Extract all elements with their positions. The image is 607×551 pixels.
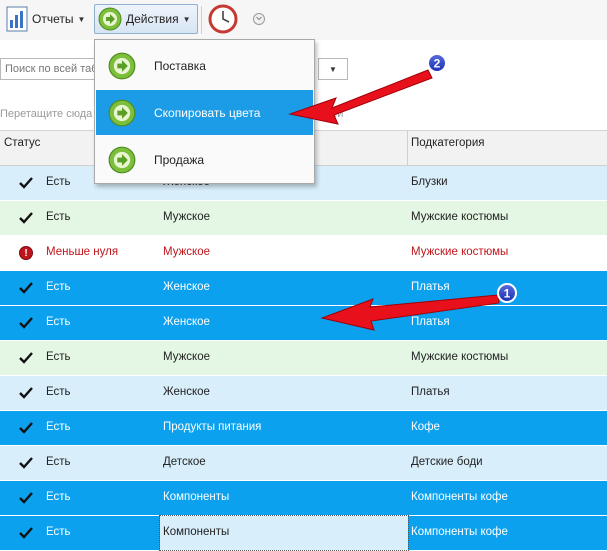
arrow-right-circle-icon <box>108 52 136 79</box>
table-cell-subcategory: Платья <box>411 316 450 328</box>
reports-label: Отчеты <box>32 12 74 26</box>
check-icon <box>18 280 34 296</box>
actions-button[interactable]: Действия ▼ <box>94 4 198 34</box>
table-cell-category: Женское <box>163 281 210 293</box>
table-row[interactable]: Есть Женское Платья <box>0 376 607 411</box>
chevron-down-icon: ▼ <box>182 14 191 24</box>
table-cell-status: Есть <box>46 421 71 433</box>
table-cell-status: Есть <box>46 211 71 223</box>
data-grid: Статус Подкатегория ЕстьЖенскоеБлузкиЕст… <box>0 130 607 551</box>
table-cell-status: Есть <box>46 281 71 293</box>
table-cell-status: Есть <box>46 316 71 328</box>
grouping-hint: Перетащите сюда <box>0 108 93 120</box>
table-cell-subcategory: Мужские костюмы <box>411 211 509 223</box>
table-cell-subcategory: Детские боди <box>411 456 483 468</box>
check-icon <box>18 525 34 541</box>
table-cell-category: Мужское <box>163 246 210 258</box>
reports-button[interactable]: Отчеты ▼ <box>6 4 85 34</box>
actions-label: Действия <box>126 12 179 26</box>
check-icon <box>18 490 34 506</box>
menu-item-sale[interactable]: Продажа <box>96 137 313 182</box>
table-row[interactable]: Есть Компоненты Компоненты кофе <box>0 515 607 551</box>
table-cell-subcategory: Компоненты кофе <box>411 526 508 538</box>
menu-item-copy-colors[interactable]: Скопировать цвета <box>96 90 313 135</box>
grouping-hint-tail: ней <box>325 108 344 120</box>
table-cell-subcategory: Блузки <box>411 176 448 188</box>
toolbar-separator <box>201 6 202 34</box>
table-row[interactable]: Есть Женское Платья <box>0 271 607 306</box>
toolbar: Отчеты ▼ Действия ▼ <box>0 0 607 40</box>
search-scope-dropdown[interactable]: ▼ <box>318 58 348 80</box>
chevron-down-icon: ▼ <box>77 14 86 24</box>
table-row[interactable]: Есть Мужское Мужские костюмы <box>0 341 607 376</box>
arrow-right-circle-icon <box>108 99 136 126</box>
table-cell-category: Мужское <box>163 211 210 223</box>
error-icon: ! <box>18 245 34 261</box>
menu-item-label: Поставка <box>154 58 206 73</box>
check-icon <box>18 455 34 471</box>
check-icon <box>18 350 34 366</box>
table-cell-subcategory: Платья <box>411 386 450 398</box>
table-cell-category: Компоненты <box>163 491 230 503</box>
table-row[interactable]: Есть Женское Платья <box>0 306 607 341</box>
actions-menu: Поставка Скопировать цвета Продажа <box>94 39 315 184</box>
table-cell-status: Есть <box>46 491 71 503</box>
table-cell-subcategory: Мужские костюмы <box>411 351 509 363</box>
menu-item-delivery[interactable]: Поставка <box>96 43 313 88</box>
check-icon <box>18 315 34 331</box>
table-cell-category: Детское <box>163 456 206 468</box>
table-cell-status: Есть <box>46 351 71 363</box>
table-cell-subcategory: Компоненты кофе <box>411 491 508 503</box>
table-cell-status: Есть <box>46 456 71 468</box>
grid-body: Есть Женское Блузки Есть Мужское Мужские кост… <box>0 166 607 551</box>
table-cell-subcategory: Платья <box>411 281 450 293</box>
clock-icon[interactable] <box>208 4 238 34</box>
table-cell-status: Меньше нуля <box>46 246 119 258</box>
minimize-circle-icon[interactable] <box>252 12 266 26</box>
check-icon <box>18 385 34 401</box>
table-cell-category: Мужское <box>163 351 210 363</box>
column-header-subcategory[interactable]: Подкатегория <box>411 137 484 149</box>
menu-item-label: Продажа <box>154 152 205 167</box>
table-row[interactable]: Есть Детское Детские боди <box>0 446 607 481</box>
table-cell-status: Есть <box>46 176 71 188</box>
check-icon <box>18 210 34 226</box>
menu-item-label: Скопировать цвета <box>154 105 261 120</box>
table-cell-subcategory: Кофе <box>411 421 440 433</box>
report-icon <box>6 6 28 32</box>
table-cell-status: Есть <box>46 526 71 538</box>
table-row[interactable]: Есть Мужское Мужские костюмы <box>0 201 607 236</box>
table-cell-subcategory: Мужские костюмы <box>411 246 509 258</box>
table-cell-category: Женское <box>163 316 210 328</box>
check-icon <box>18 175 34 191</box>
chevron-down-icon: ▼ <box>329 64 337 74</box>
table-row[interactable]: Есть Продукты питания Кофе <box>0 411 607 446</box>
table-cell-category: Женское <box>163 386 210 398</box>
column-header-status[interactable]: Статус <box>4 137 40 149</box>
table-cell-category: Продукты питания <box>163 421 262 433</box>
column-divider <box>407 131 408 165</box>
table-row[interactable]: Есть Компоненты Компоненты кофе <box>0 481 607 516</box>
arrow-right-circle-icon <box>98 7 122 31</box>
table-cell-status: Есть <box>46 386 71 398</box>
check-icon <box>18 420 34 436</box>
table-cell-category: Компоненты <box>163 526 230 538</box>
arrow-right-circle-icon <box>108 146 136 173</box>
table-row[interactable]: ! Меньше нуля Мужское Мужские костюмы <box>0 236 607 271</box>
